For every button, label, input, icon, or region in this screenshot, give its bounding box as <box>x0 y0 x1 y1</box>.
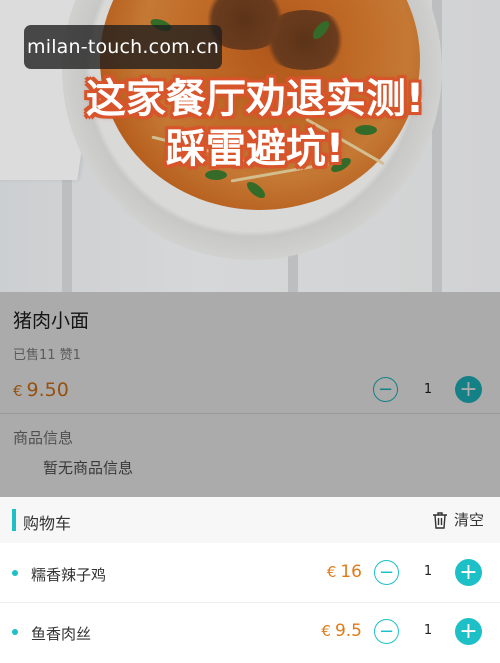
increase-quantity-button[interactable]: + <box>455 559 482 586</box>
cart-item-price: €16 <box>300 562 362 582</box>
currency-symbol: € <box>321 622 331 640</box>
cart-title: 购物车 <box>23 514 72 533</box>
headline-line-2: 踩雷避坑! <box>165 126 345 172</box>
cart-item: 鱼香肉丝 €9.5 − 1 + <box>0 603 500 663</box>
trash-icon <box>433 511 447 529</box>
item-dot <box>12 570 18 576</box>
clear-cart-label: 清空 <box>454 511 485 529</box>
minus-icon: − <box>378 561 395 583</box>
item-dot <box>12 629 18 635</box>
cart-item: 糯香辣子鸡 €16 − 1 + <box>0 543 500 603</box>
cart-item-name: 糯香辣子鸡 <box>31 566 107 584</box>
cart-panel: 购物车 清空 糯香辣子鸡 €16 − 1 + 鱼香肉丝 €9.5 − 1 + <box>0 497 500 649</box>
decrease-quantity-button[interactable]: − <box>374 619 399 644</box>
cart-accent-bar <box>12 509 16 531</box>
cart-item-price: €9.5 <box>300 621 362 641</box>
increase-quantity-button[interactable]: + <box>455 618 482 645</box>
modal-backdrop[interactable] <box>0 292 500 497</box>
clear-cart-button[interactable]: 清空 <box>432 509 484 530</box>
cart-item-quantity: 1 <box>423 623 433 638</box>
plus-icon: + <box>459 559 478 585</box>
price-value: 9.5 <box>334 621 362 641</box>
decrease-quantity-button[interactable]: − <box>374 560 399 585</box>
cart-item-quantity: 1 <box>423 564 433 579</box>
plus-icon: + <box>459 618 478 644</box>
cart-item-name: 鱼香肉丝 <box>31 625 92 643</box>
minus-icon: − <box>378 620 395 642</box>
price-value: 16 <box>340 562 362 582</box>
currency-symbol: € <box>326 563 337 581</box>
watermark: milan-touch.com.cn <box>24 25 222 69</box>
cart-header: 购物车 清空 <box>0 497 500 543</box>
